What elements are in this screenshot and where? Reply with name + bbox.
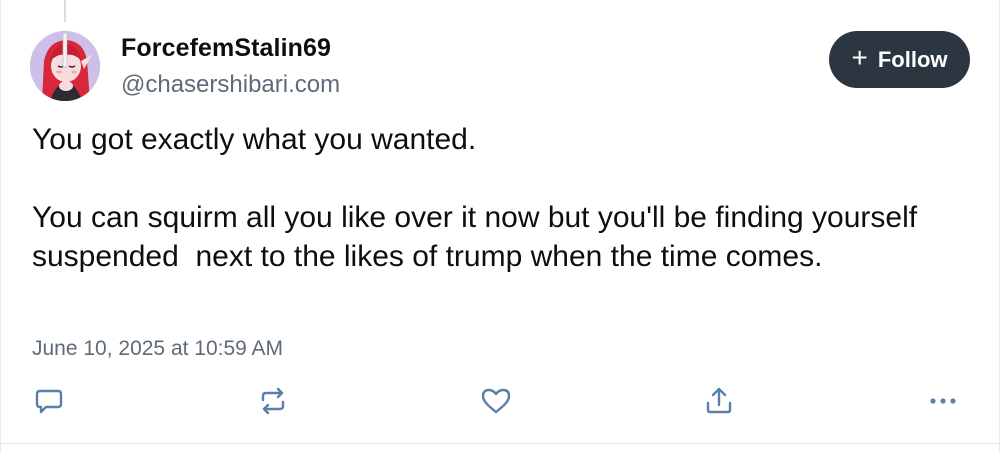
heart-icon <box>481 388 511 414</box>
follow-button[interactable]: + Follow <box>829 31 970 88</box>
speech-bubble-icon <box>35 389 63 414</box>
post-text: You got exactly what you wanted. You can… <box>32 123 918 273</box>
post-timestamp[interactable]: June 10, 2025 at 10:59 AM <box>32 337 283 361</box>
share-button[interactable] <box>699 382 739 420</box>
follow-button-label: Follow <box>877 46 948 72</box>
avatar-image <box>30 31 100 101</box>
bottom-divider <box>1 443 1000 444</box>
ellipsis-icon <box>930 398 956 404</box>
like-button[interactable] <box>476 382 516 420</box>
author-handle[interactable]: @chasershibari.com <box>121 71 340 99</box>
repost-button[interactable] <box>253 382 293 420</box>
post-card: ForcefemStalin69 @chasershibari.com + Fo… <box>0 0 1000 453</box>
thread-line <box>64 0 66 22</box>
avatar[interactable] <box>30 31 100 101</box>
repost-arrows-icon <box>261 387 285 415</box>
plus-icon: + <box>851 42 868 73</box>
share-upload-icon <box>706 387 732 414</box>
author-display-name[interactable]: ForcefemStalin69 <box>121 34 331 63</box>
reply-button[interactable] <box>29 382 69 420</box>
more-options-button[interactable] <box>923 382 963 420</box>
